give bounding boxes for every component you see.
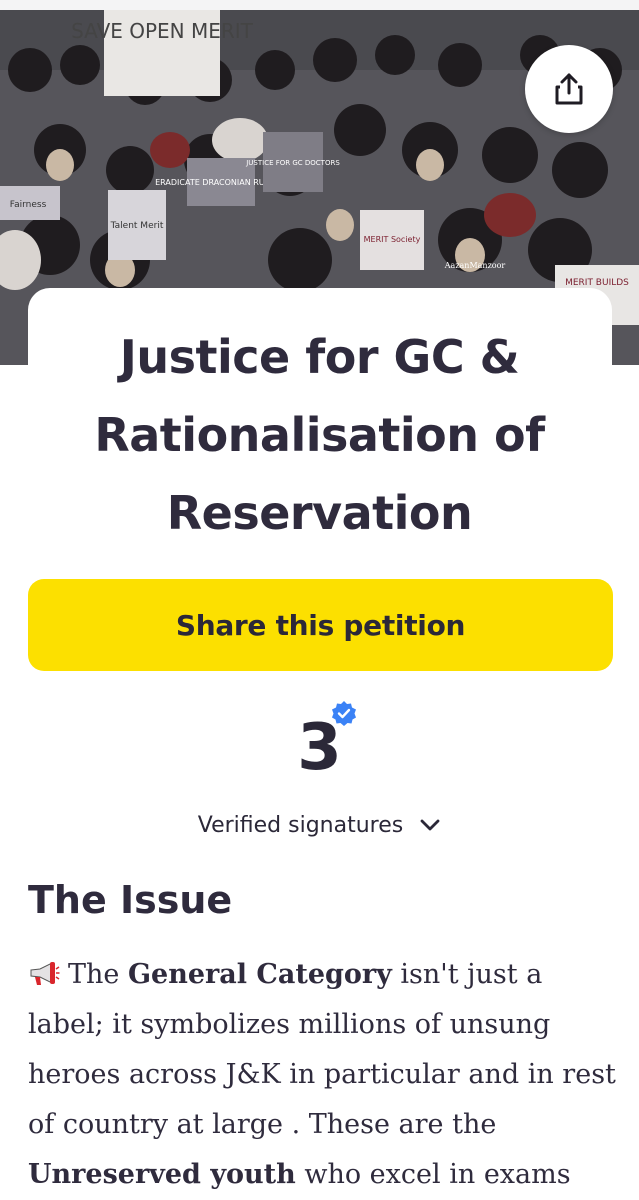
verified-signatures-label: Verified signatures: [197, 812, 404, 838]
issue-text-1: The: [68, 959, 128, 990]
placard-save: SAVE OPEN MERIT: [71, 19, 254, 43]
verified-signatures-toggle[interactable]: Verified signatures: [0, 805, 639, 845]
photo-watermark: AazanManzoor: [444, 261, 506, 270]
placard-merit-society: MERIT Society: [364, 235, 421, 244]
issue-body: The General Category isn't just a label;…: [28, 950, 618, 1200]
issue-bold-unreserved-youth: Unreserved youth: [28, 1159, 296, 1190]
petition-title: Justice for GC & Rationalisation of Rese…: [94, 330, 545, 540]
placard-justice: JUSTICE FOR GC DOCTORS: [245, 159, 340, 167]
placard-fairness: Fairness: [10, 200, 47, 210]
status-strip: [0, 0, 639, 10]
chevron-down-icon: [420, 819, 440, 831]
signature-count: 3: [297, 711, 342, 785]
megaphone-icon: [30, 962, 60, 985]
share-petition-button[interactable]: Share this petition: [28, 579, 613, 671]
share-icon: [555, 73, 583, 105]
share-icon-button[interactable]: [525, 45, 613, 133]
placard-merit-builds: MERIT BUILDS: [565, 278, 629, 288]
placard-talent: Talent Merit: [110, 221, 164, 231]
issue-bold-general-category: General Category: [127, 959, 392, 990]
issue-heading: The Issue: [28, 878, 233, 922]
petition-page: SAVE OPEN MERIT ERADICATE DRACONIAN RULE…: [0, 0, 639, 1200]
verified-badge-icon: [332, 701, 356, 726]
